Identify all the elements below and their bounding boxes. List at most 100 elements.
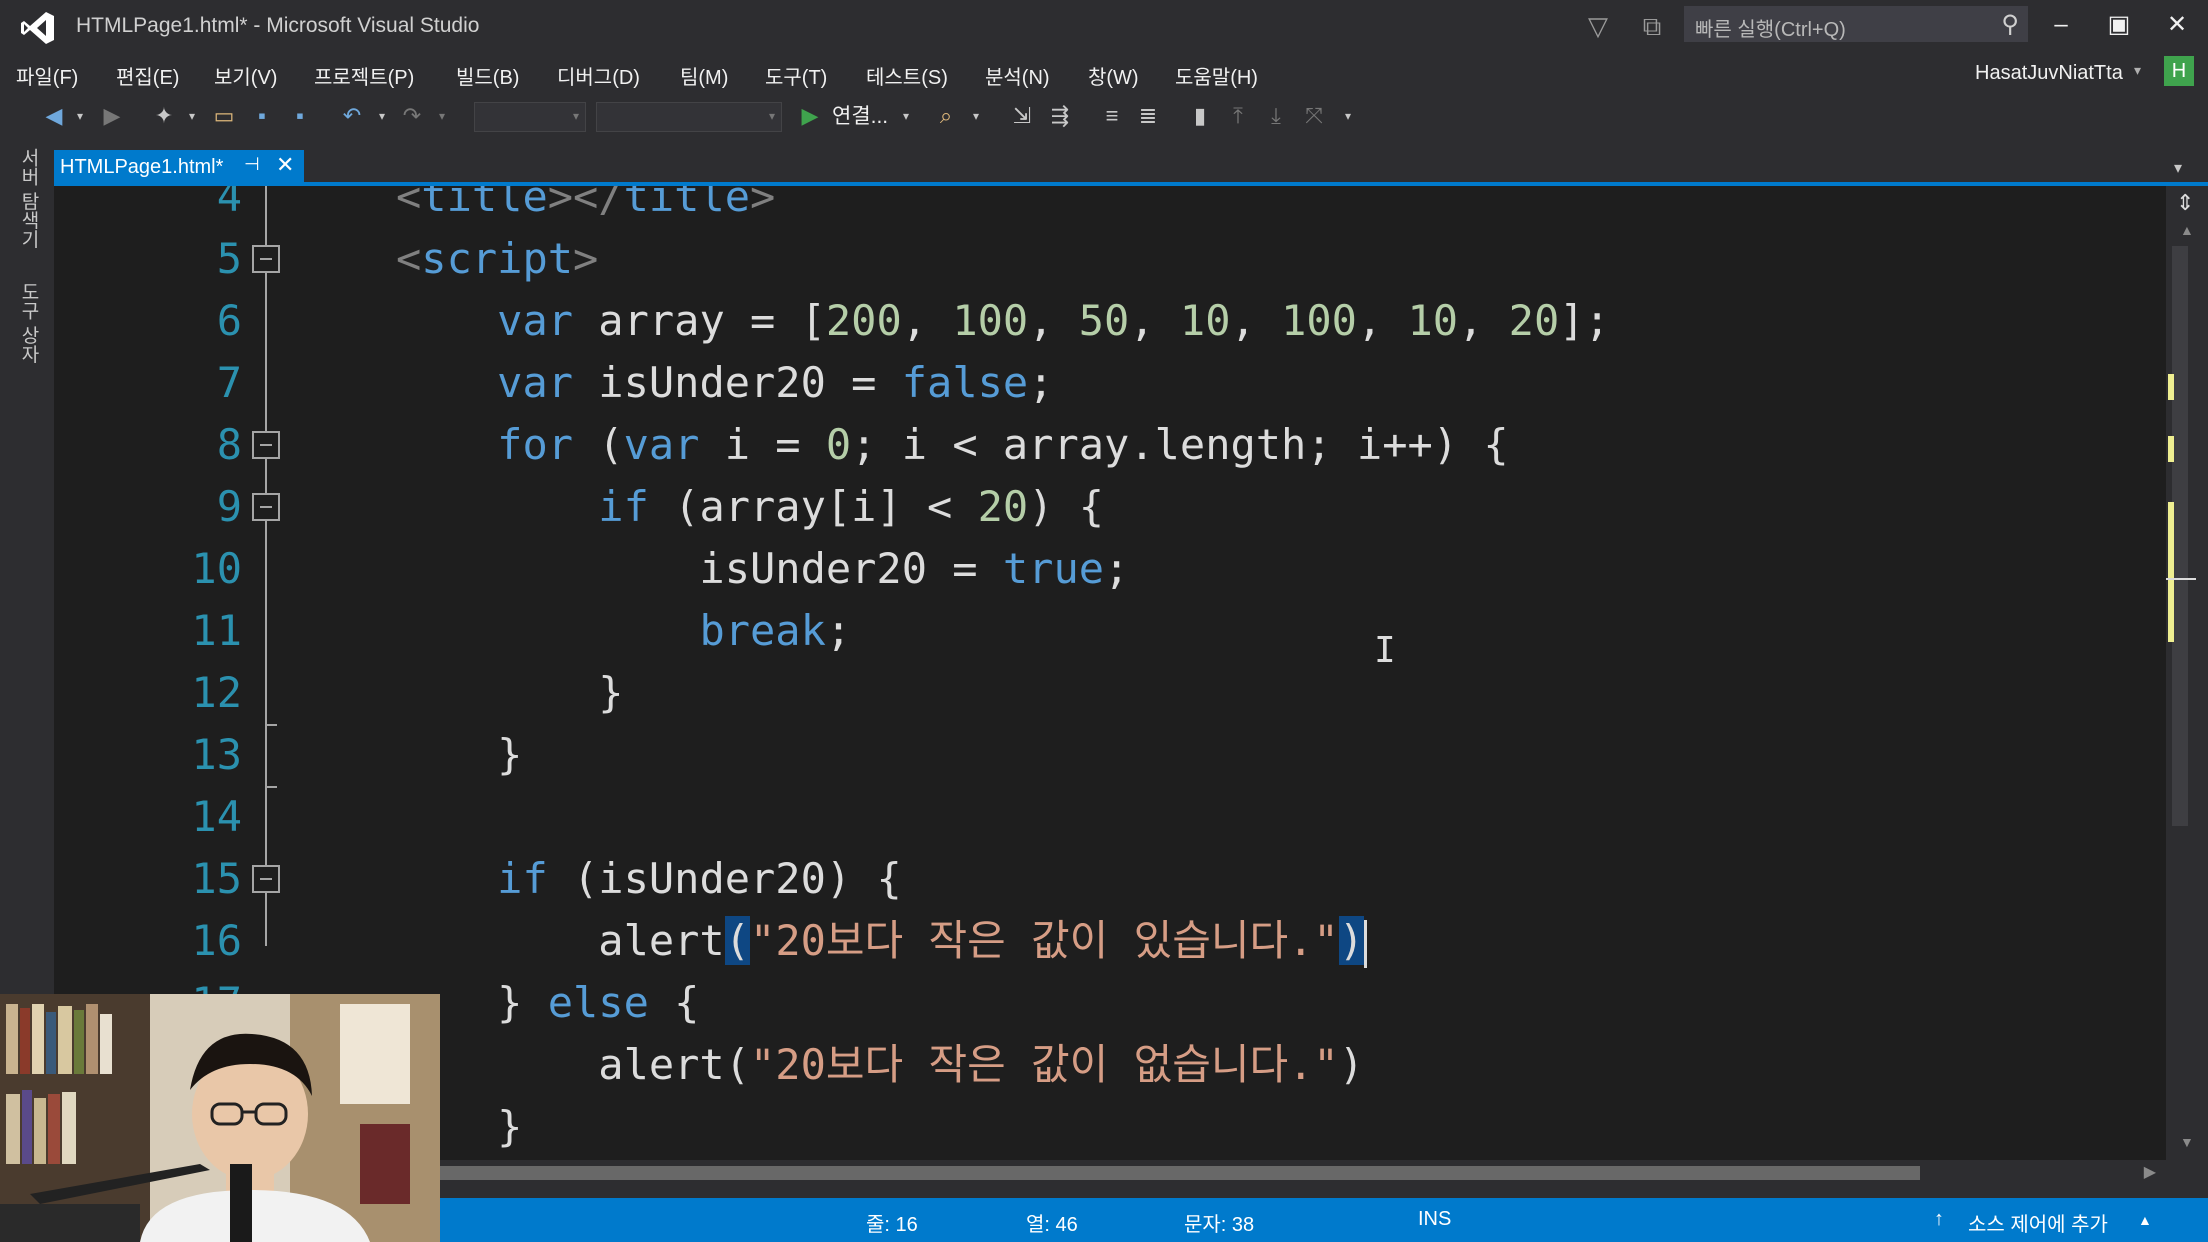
search-icon[interactable]: ⚲ [2001,10,2019,39]
line-number: 8 [216,420,242,469]
next-bookmark-icon[interactable]: ⤓ [1262,102,1290,130]
caret-position-marker [2166,578,2196,580]
title-bar: HTMLPage1.html* - Microsoft Visual Studi… [0,0,2208,58]
horizontal-scrollbar[interactable]: ▶ [440,1160,2166,1186]
code-line: 12 } [54,662,2166,724]
change-marker [2168,436,2174,462]
chevron-down-icon[interactable]: ▾ [428,102,456,130]
chevron-down-icon[interactable]: ▾ [892,102,920,130]
find-in-files-icon[interactable]: ⌕ [932,102,960,130]
tab-htmlpage1[interactable]: HTMLPage1.html* ⊣ ✕ [54,150,304,186]
user-name[interactable]: HasatJuvNiatTta [1975,62,2123,85]
navigate-back-icon[interactable]: ◀ [40,102,68,130]
menu-file[interactable]: 파일(F) [16,58,78,98]
status-char: 문자: 38 [1184,1214,1255,1236]
code-line: 14 [54,786,2166,848]
publish-arrow-icon[interactable]: ↑ [1934,1208,1944,1231]
menu-debug[interactable]: 디버그(D) [557,58,640,98]
code-line: 7 var isUnder20 = false; [54,352,2166,414]
horizontal-scroll-thumb[interactable] [440,1166,1920,1180]
status-insert-mode[interactable]: INS [1418,1208,1451,1231]
chevron-up-icon[interactable]: ▲ [2138,1212,2152,1228]
split-window-icon[interactable]: ⇕ [2176,190,2194,216]
menu-project[interactable]: 프로젝트(P) [314,58,414,98]
step-into-icon[interactable]: ⇲ [1008,102,1036,130]
line-number: 6 [216,296,242,345]
scroll-up-icon[interactable]: ▲ [2180,222,2194,238]
solution-configuration-select[interactable]: ▾ [474,102,586,132]
server-explorer-tab[interactable]: 서버 탐색기 [12,148,42,248]
bookmark-icon[interactable]: ▮ [1186,102,1214,130]
collapse-icon[interactable] [252,431,280,459]
save-all-icon[interactable]: ▪ [286,102,314,130]
toolbox-tab[interactable]: 도구 상자 [12,282,42,363]
filter-icon[interactable]: ▽ [1582,10,1614,42]
menu-test[interactable]: 테스트(S) [866,58,948,98]
navigate-forward-icon[interactable]: ▶ [98,102,126,130]
feedback-icon[interactable]: ⧉ [1636,10,1668,42]
pin-icon[interactable]: ⊣ [244,154,260,175]
code-text: } [396,668,624,717]
line-number: 4 [216,186,242,221]
code-text: for (var i = 0; i < array.length; i++) { [497,420,1509,469]
maximize-button[interactable]: ▣ [2094,8,2144,42]
code-line: 6 var array = [200, 100, 50, 10, 100, 10… [54,290,2166,352]
vertical-scrollbar[interactable]: ⇕ ▲ ▼ [2166,186,2208,1160]
code-text: alert("20보다 작은 값이 없습니다.") [396,1040,1365,1089]
toolbar-overflow-icon[interactable]: ▾ [1334,102,1362,130]
collapse-icon[interactable] [252,493,280,521]
menu-view[interactable]: 보기(V) [214,58,277,98]
menu-team[interactable]: 팀(M) [680,58,728,98]
webcam-overlay [0,994,440,1242]
toolbar: ◀ ▾ ▶ ✦ ▾ ▭ ▪ ▪ ↶ ▾ ↷ ▾ ▾ ▾ ▶ ▾ ⌕ ▾ ⇲ ⇶ … [0,98,2208,134]
code-text: if (array[i] < 20) { [598,482,1105,531]
close-window-button[interactable]: ✕ [2152,8,2202,42]
vertical-scroll-thumb[interactable] [2172,246,2188,826]
redo-icon[interactable]: ↷ [398,102,426,130]
solution-platform-select[interactable]: ▾ [596,102,782,132]
save-icon[interactable]: ▪ [248,102,276,130]
menu-bar: 파일(F) 편집(E) 보기(V) 프로젝트(P) 빌드(B) 디버그(D) 팀… [0,58,2208,98]
chevron-down-icon[interactable]: ▾ [368,102,396,130]
menu-analyze[interactable]: 분석(N) [985,58,1050,98]
menu-help[interactable]: 도움말(H) [1175,58,1258,98]
run-button-label[interactable]: 연결... [832,100,888,130]
document-tab-strip: HTMLPage1.html* ⊣ ✕ ▾ [54,150,2208,186]
undo-icon[interactable]: ↶ [338,102,366,130]
minimize-button[interactable]: – [2036,8,2086,42]
code-text: break; [699,606,852,655]
previous-bookmark-icon[interactable]: ⤒ [1224,102,1252,130]
open-file-icon[interactable]: ▭ [210,102,238,130]
menu-build[interactable]: 빌드(B) [456,58,519,98]
avatar[interactable]: H [2164,56,2194,86]
line-number: 9 [216,482,242,531]
line-number: 12 [191,668,242,717]
step-over-icon[interactable]: ⇶ [1046,102,1074,130]
collapse-icon[interactable] [252,865,280,893]
code-text: <title></title> [396,186,776,221]
menu-tools[interactable]: 도구(T) [765,58,827,98]
source-control-button[interactable]: 소스 제어에 추가 [1968,1208,2108,1237]
chevron-down-icon[interactable]: ▾ [66,102,94,130]
chevron-down-icon[interactable]: ▾ [178,102,206,130]
tab-overflow-icon[interactable]: ▾ [2174,158,2182,178]
clear-bookmarks-icon[interactable]: ⤧ [1300,102,1328,130]
menu-window[interactable]: 창(W) [1088,58,1139,98]
comment-icon[interactable]: ≡ [1098,102,1126,130]
tab-label: HTMLPage1.html* [60,156,224,178]
quick-launch-input[interactable]: 빠른 실행(Ctrl+Q) ⚲ [1684,6,2028,42]
scroll-down-icon[interactable]: ▼ [2180,1134,2194,1150]
scroll-right-icon[interactable]: ▶ [2144,1162,2156,1182]
code-text: var isUnder20 = false; [497,358,1054,407]
uncomment-icon[interactable]: ≣ [1134,102,1162,130]
collapse-icon[interactable] [252,245,280,273]
new-project-icon[interactable]: ✦ [150,102,178,130]
status-column: 열: 46 [1026,1214,1078,1236]
chevron-down-icon[interactable]: ▾ [2134,62,2141,79]
code-line: 8 for (var i = 0; i < array.length; i++)… [54,414,2166,476]
menu-edit[interactable]: 편집(E) [116,58,179,98]
start-icon[interactable]: ▶ [796,102,824,130]
code-line: 10 isUnder20 = true; [54,538,2166,600]
chevron-down-icon[interactable]: ▾ [962,102,990,130]
close-icon[interactable]: ✕ [276,152,294,178]
